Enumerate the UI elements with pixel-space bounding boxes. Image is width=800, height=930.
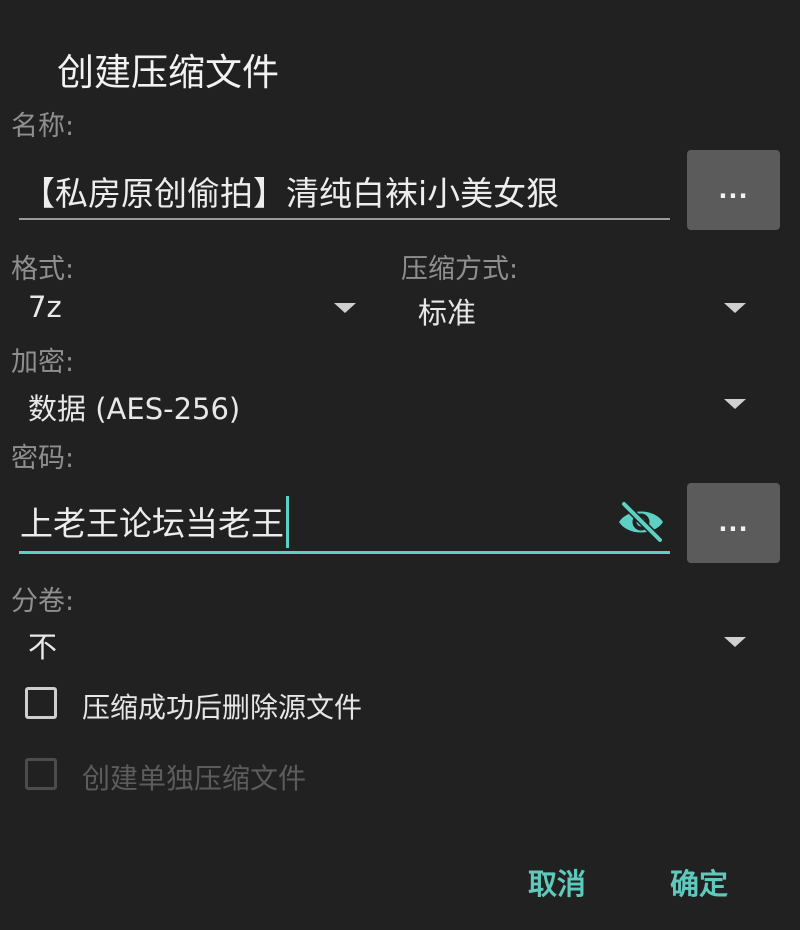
cancel-button[interactable]: 取消 <box>528 861 586 903</box>
split-value: 不 <box>28 630 58 664</box>
eye-off-icon[interactable] <box>616 500 666 544</box>
split-label: 分卷: <box>11 586 75 617</box>
name-label: 名称: <box>11 111 75 142</box>
delete-source-checkbox[interactable] <box>25 687 57 719</box>
name-browse-label: ... <box>718 176 749 204</box>
text-cursor <box>286 496 289 548</box>
format-label: 格式: <box>11 254 75 285</box>
split-dropdown-arrow-icon <box>724 637 746 647</box>
format-dropdown[interactable]: 7z <box>20 286 366 330</box>
format-dropdown-arrow-icon <box>334 303 356 313</box>
password-options-button[interactable]: ... <box>687 483 780 563</box>
encryption-value: 数据 (AES-256) <box>28 392 241 426</box>
delete-source-option[interactable]: 压缩成功后删除源文件 <box>25 684 405 724</box>
password-options-label: ... <box>718 509 749 537</box>
password-input-underline <box>19 551 670 554</box>
encryption-dropdown-arrow-icon <box>724 399 746 409</box>
compression-method-dropdown[interactable]: 标准 <box>410 286 756 330</box>
dialog-title: 创建压缩文件 <box>57 51 279 94</box>
name-input[interactable]: 【私房原创偷拍】清纯白袜i小美女狠 <box>22 167 670 215</box>
encryption-dropdown[interactable]: 数据 (AES-256) <box>20 382 756 426</box>
separate-archives-option: 创建单独压缩文件 <box>25 755 355 795</box>
password-input[interactable]: 上老王论坛当老王 <box>20 497 284 545</box>
compression-method-dropdown-arrow-icon <box>724 303 746 313</box>
delete-source-label: 压缩成功后删除源文件 <box>82 691 363 724</box>
split-dropdown[interactable]: 不 <box>20 620 756 664</box>
separate-archives-checkbox <box>25 758 57 790</box>
separate-archives-label: 创建单独压缩文件 <box>82 762 307 795</box>
password-label: 密码: <box>11 443 75 474</box>
name-browse-button[interactable]: ... <box>687 150 780 230</box>
format-value: 7z <box>28 290 62 324</box>
compression-method-label: 压缩方式: <box>401 254 519 285</box>
encryption-label: 加密: <box>11 347 75 378</box>
name-input-underline <box>19 218 670 220</box>
confirm-button[interactable]: 确定 <box>670 861 728 903</box>
compression-method-value: 标准 <box>418 296 477 330</box>
